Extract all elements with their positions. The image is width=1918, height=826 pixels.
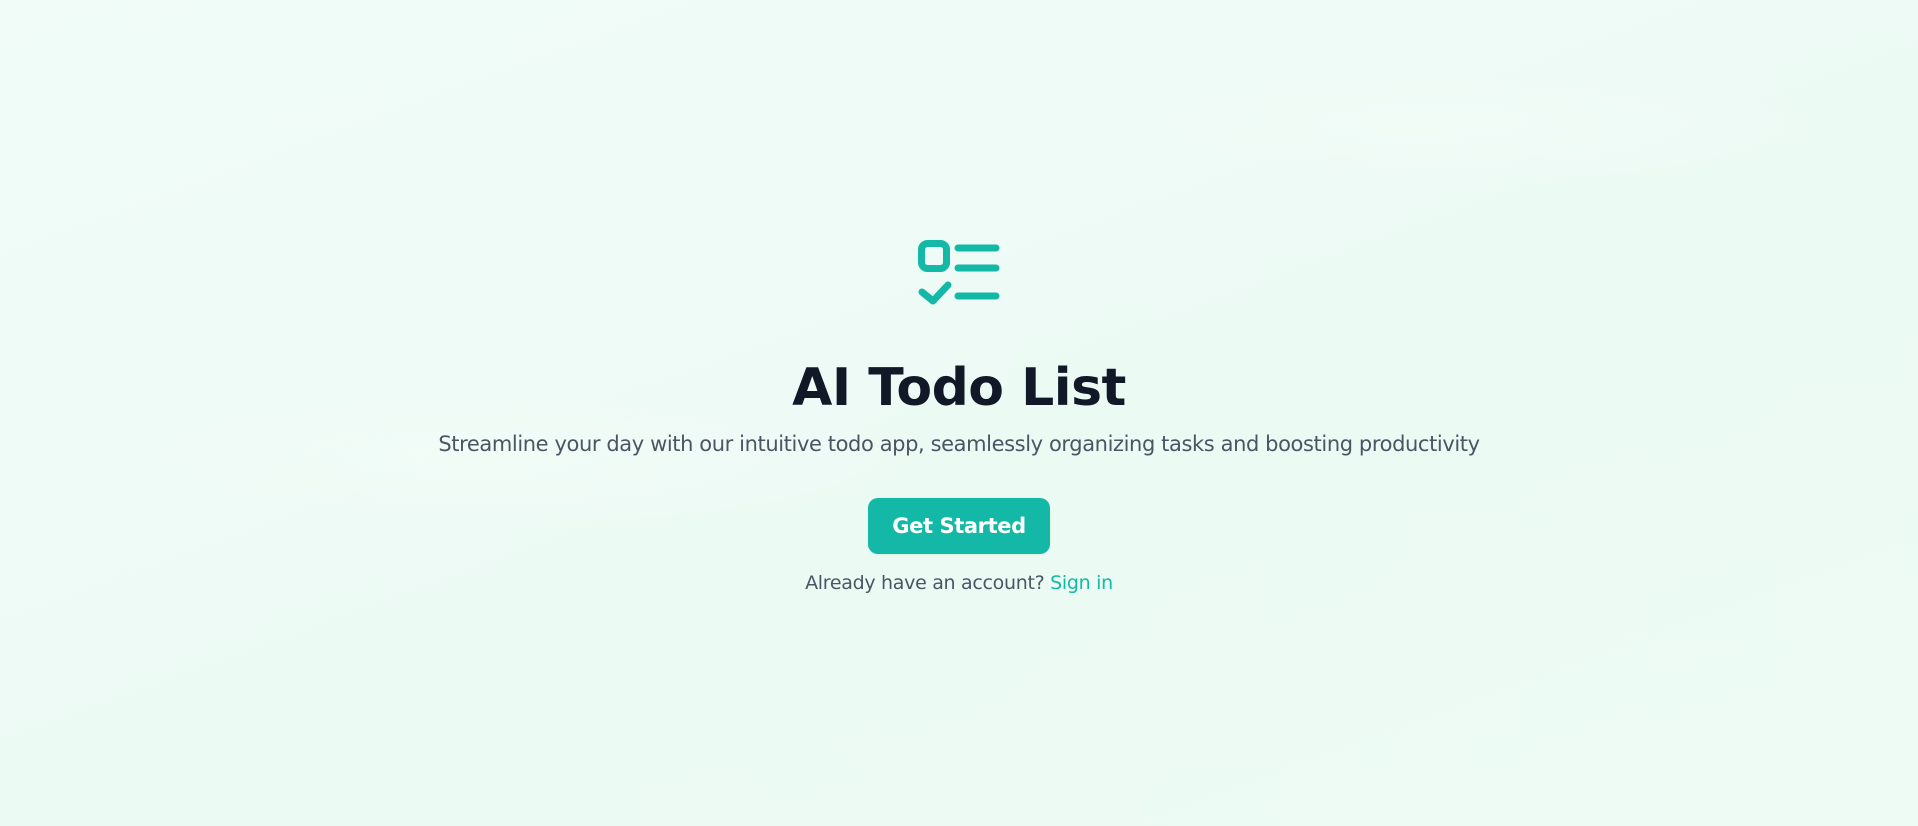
page-subtitle: Streamline your day with our intuitive t… [438,432,1480,456]
checklist-icon [918,240,1000,306]
signin-link[interactable]: Sign in [1050,572,1113,594]
page-title: AI Todo List [792,358,1126,418]
hero-section: AI Todo List Streamline your day with ou… [0,0,1918,826]
get-started-button[interactable]: Get Started [868,498,1050,554]
signin-row: Already have an account? Sign in [805,570,1113,596]
signin-prompt: Already have an account? [805,572,1045,594]
